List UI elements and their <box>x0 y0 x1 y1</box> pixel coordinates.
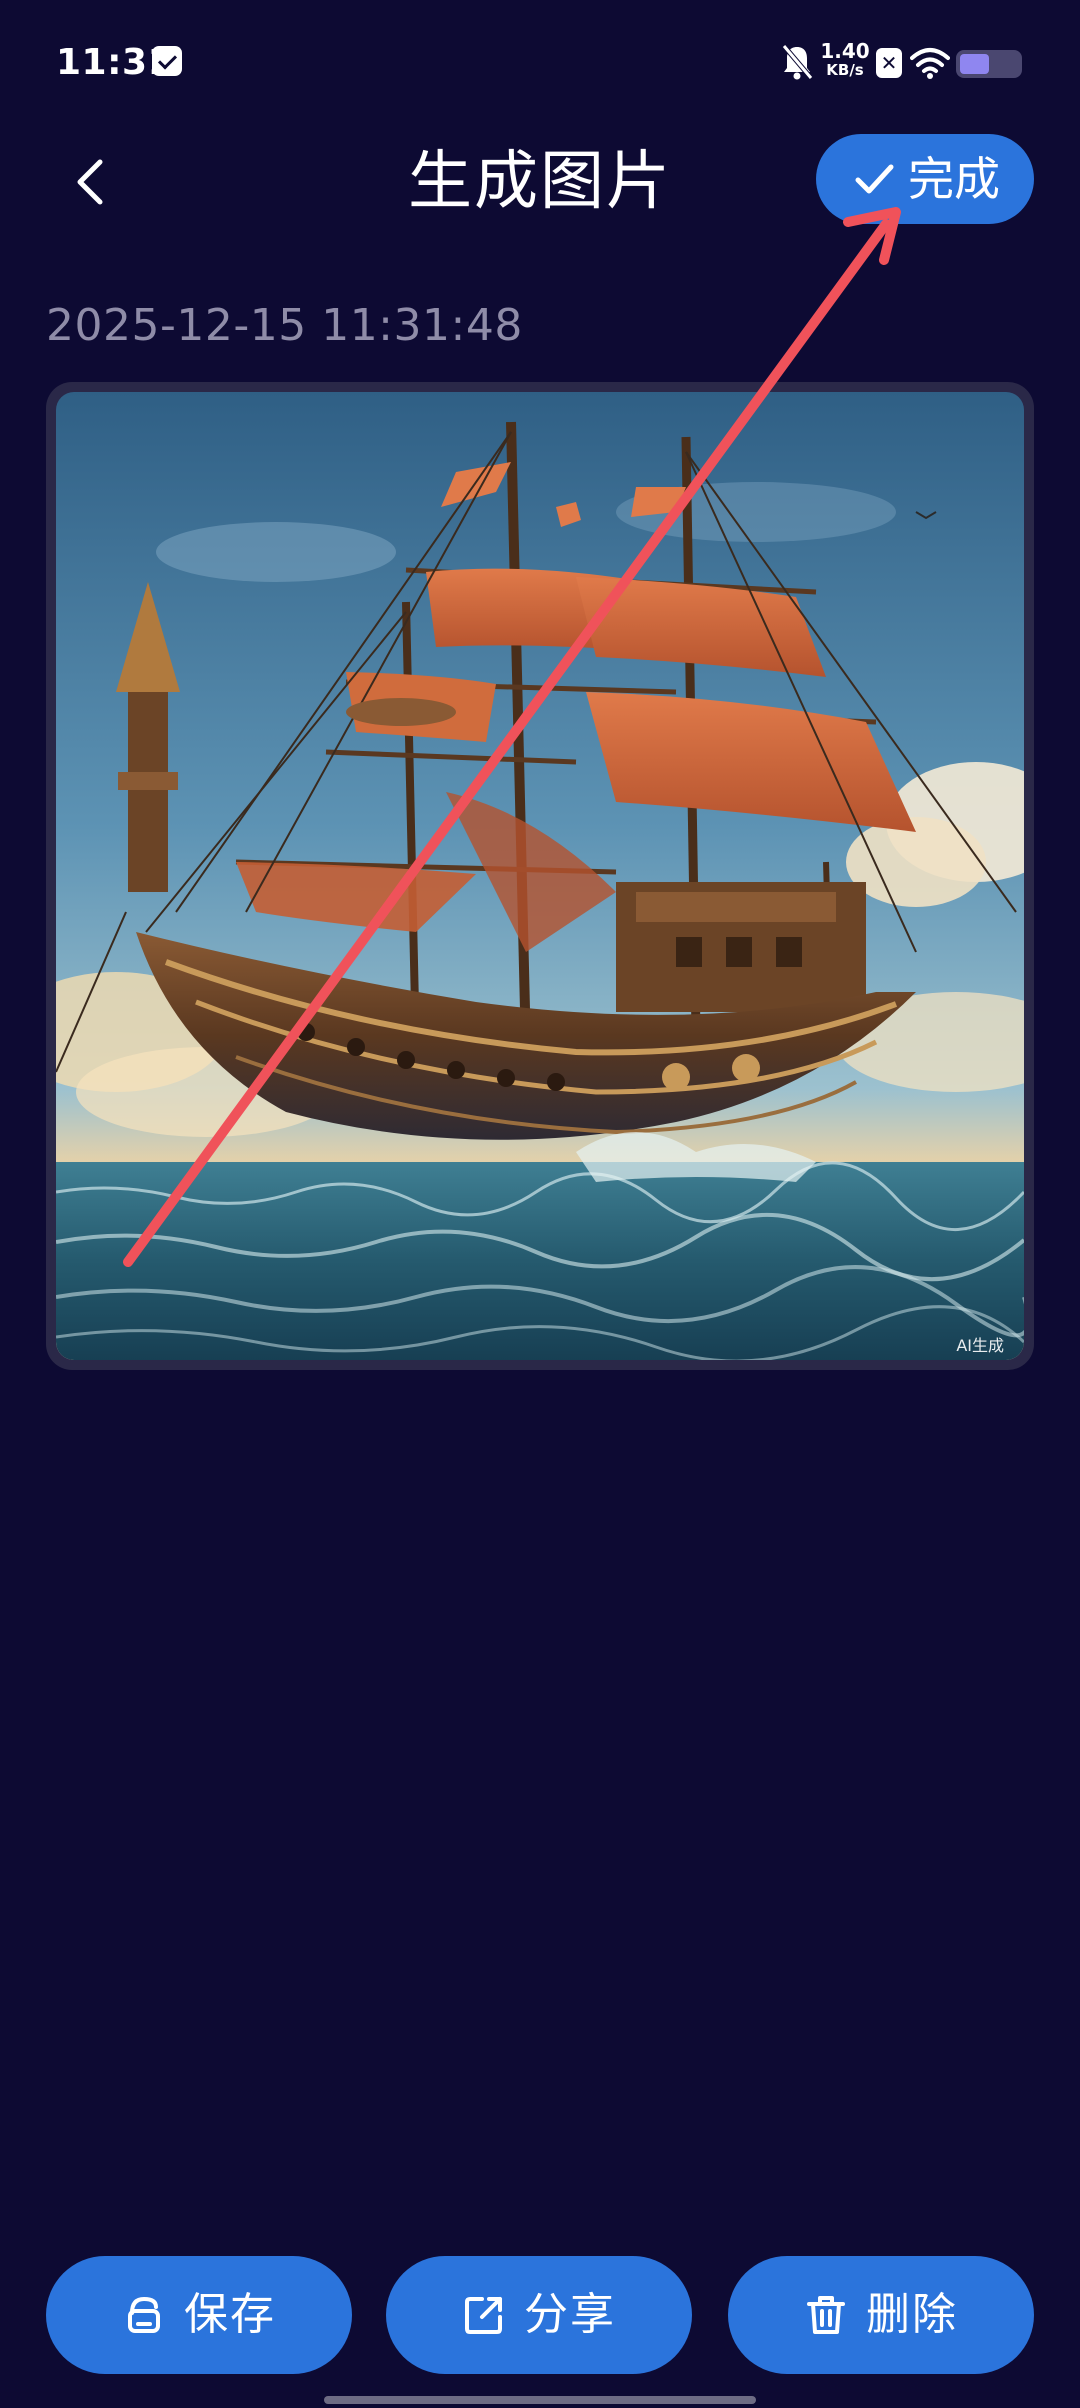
network-speed-value: 1.40 <box>820 39 870 63</box>
share-icon <box>465 2297 502 2334</box>
save-button-label: 保存 <box>184 2289 276 2340</box>
delete-button[interactable]: 删除 <box>728 2256 1034 2374</box>
share-button[interactable]: 分享 <box>386 2256 692 2374</box>
network-speed: 1.40 KB/s <box>820 40 870 79</box>
message-notification-icon <box>152 46 182 76</box>
done-button-label: 完成 <box>908 152 1000 206</box>
wifi-icon <box>910 48 950 79</box>
network-speed-unit: KB/s <box>826 61 864 79</box>
check-icon <box>855 164 894 194</box>
generated-image-card[interactable]: AI生成 <box>46 382 1034 1370</box>
status-bar: 11:31 1.40 KB/s ✕ <box>0 0 1080 120</box>
share-button-label: 分享 <box>524 2289 616 2340</box>
generation-timestamp: 2025-12-15 11:31:48 <box>46 300 523 351</box>
battery-icon <box>956 50 1022 78</box>
generated-image <box>56 392 1024 1360</box>
trash-icon <box>807 2296 845 2334</box>
mute-icon <box>782 44 813 80</box>
done-button[interactable]: 完成 <box>816 134 1034 224</box>
x-badge-icon: ✕ <box>876 48 902 78</box>
ai-generated-badge: AI生成 <box>956 1336 1004 1355</box>
home-indicator[interactable] <box>324 2396 756 2404</box>
save-button[interactable]: 保存 <box>46 2256 352 2374</box>
battery-level <box>960 54 989 74</box>
save-icon <box>128 2296 160 2333</box>
delete-button-label: 删除 <box>866 2289 958 2340</box>
